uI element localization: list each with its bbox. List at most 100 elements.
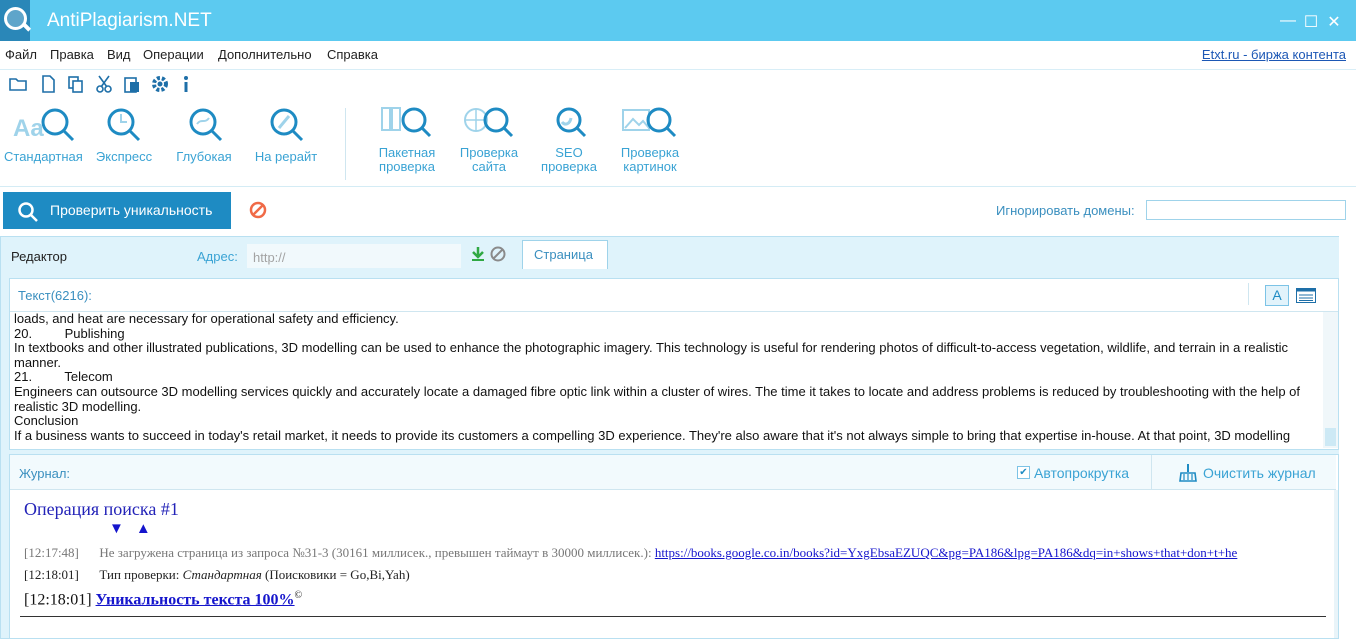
new-file-icon[interactable] bbox=[38, 74, 58, 94]
settings-icon[interactable] bbox=[150, 74, 170, 94]
uniqueness-result-link[interactable]: Уникальность текста 100% bbox=[96, 591, 295, 608]
journal-separator bbox=[1151, 455, 1152, 489]
express-check-icon bbox=[107, 108, 141, 142]
check-express-button[interactable]: Экспресс bbox=[93, 104, 155, 164]
log-text-suffix: (Поисковики = Go,Bi,Yah) bbox=[265, 567, 410, 582]
site-check-button[interactable]: Проверка сайта bbox=[456, 104, 522, 174]
app-logo-icon bbox=[0, 0, 32, 41]
ribbon-label-seo-2: проверка bbox=[541, 159, 597, 174]
ribbon-label-batch-2: проверка bbox=[379, 159, 435, 174]
window-title: AntiPlagiarism.NET bbox=[47, 10, 212, 31]
ribbon-label-batch-1: Пакетная bbox=[378, 145, 436, 160]
ribbon-label-images-1: Проверка bbox=[620, 145, 680, 160]
tab-editor[interactable]: Редактор bbox=[11, 249, 67, 264]
quick-toolbar bbox=[0, 70, 1356, 96]
journal-scrollbar[interactable] bbox=[1334, 490, 1338, 638]
batch-check-button[interactable]: Пакетная проверка bbox=[374, 104, 440, 174]
text-line: 20. Publishing bbox=[14, 325, 125, 341]
text-scrollbar-thumb[interactable] bbox=[1325, 428, 1336, 446]
log-link[interactable]: https://books.google.co.in/books?id=YxgE… bbox=[655, 545, 1238, 560]
log-text: Тип проверки: bbox=[99, 567, 180, 582]
menu-edit[interactable]: Правка bbox=[50, 47, 94, 62]
check-uniqueness-button[interactable]: Проверить уникальность bbox=[3, 192, 231, 229]
log-text: Не загружена страница из запроса №31-3 (… bbox=[99, 545, 652, 560]
collapse-arrows: ▼▲ bbox=[109, 521, 163, 538]
operation-title: Операция поиска #1 bbox=[24, 499, 179, 519]
stop-icon[interactable] bbox=[249, 201, 267, 219]
text-view-icon[interactable] bbox=[1296, 288, 1316, 303]
ribbon-label-site-1: Проверка bbox=[459, 145, 519, 160]
menu-additional[interactable]: Дополнительно bbox=[218, 47, 312, 62]
close-button[interactable]: ✕ bbox=[1326, 12, 1342, 32]
tab-page[interactable]: Страница bbox=[522, 240, 608, 269]
check-deep-button[interactable]: Глубокая bbox=[173, 104, 235, 164]
check-uniqueness-label: Проверить уникальность bbox=[50, 202, 213, 218]
broom-icon[interactable] bbox=[1178, 463, 1198, 483]
journal-divider bbox=[20, 616, 1326, 617]
menu-operations[interactable]: Операции bbox=[143, 47, 204, 62]
ribbon-label-deep: Глубокая bbox=[176, 149, 232, 164]
paste-icon[interactable] bbox=[122, 74, 142, 94]
result-mark: © bbox=[294, 590, 303, 601]
journal-content: Операция поиска #1 ▼▲ [12:17:48] Не загр… bbox=[10, 490, 1332, 638]
text-line: 21. Telecom bbox=[14, 369, 113, 385]
journal-label: Журнал: bbox=[19, 466, 71, 481]
text-format-icon[interactable]: A bbox=[1265, 285, 1289, 306]
ribbon-label-express: Экспресс bbox=[95, 149, 153, 164]
seo-check-icon bbox=[556, 107, 587, 138]
title-bar: AntiPlagiarism.NET — ☐ ✕ bbox=[0, 0, 1356, 41]
log-time: [12:17:48] bbox=[24, 545, 79, 560]
etxt-link[interactable]: Etxt.ru - биржа контента bbox=[1202, 47, 1346, 62]
text-line: In textbooks and other illustrated publi… bbox=[14, 340, 1292, 370]
menu-bar: Файл Правка Вид Операции Дополнительно С… bbox=[0, 41, 1356, 70]
log-entry: [12:17:48] Не загружена страница из запр… bbox=[24, 545, 1237, 561]
address-label: Адрес: bbox=[197, 249, 238, 264]
text-editor-header: Текст(6216): A bbox=[10, 279, 1338, 312]
ignore-domains-input[interactable] bbox=[1146, 200, 1346, 220]
seo-check-button[interactable]: SEO проверка bbox=[536, 104, 602, 174]
log-check-type: Стандартная bbox=[182, 567, 262, 582]
uniqueness-result: [12:18:01] Уникальность текста 100%© bbox=[24, 590, 302, 609]
menu-help[interactable]: Справка bbox=[327, 47, 378, 62]
ribbon-label-rewrite: На рерайт bbox=[254, 149, 318, 164]
text-scrollbar[interactable] bbox=[1323, 312, 1338, 448]
text-line: Conclusion bbox=[14, 413, 79, 429]
text-line: If a business wants to succeed in today'… bbox=[14, 427, 1291, 443]
ribbon-label-seo-1: SEO bbox=[555, 145, 583, 160]
open-folder-icon[interactable] bbox=[8, 74, 28, 94]
minimize-button[interactable]: — bbox=[1280, 12, 1296, 30]
log-time: [12:18:01] bbox=[24, 567, 79, 582]
image-check-button[interactable]: Проверка картинок bbox=[617, 104, 683, 174]
ribbon-label-site-2: сайта bbox=[471, 159, 507, 174]
clear-journal-button[interactable]: Очистить журнал bbox=[1203, 465, 1316, 481]
standard-check-icon: Aa bbox=[13, 108, 75, 142]
image-check-icon bbox=[622, 107, 677, 138]
site-check-icon bbox=[464, 107, 514, 138]
journal-header: Журнал: ✔ Автопрокрутка Очистить журнал bbox=[10, 455, 1336, 490]
header-separator bbox=[1248, 283, 1249, 305]
ribbon-separator bbox=[345, 108, 346, 180]
arrow-up-icon[interactable]: ▲ bbox=[136, 521, 163, 537]
text-line: loads, and heat are necessary for operat… bbox=[14, 312, 399, 326]
batch-check-icon bbox=[381, 107, 432, 138]
text-editor-content[interactable]: loads, and heat are necessary for operat… bbox=[14, 312, 1314, 448]
autoscroll-label[interactable]: Автопрокрутка bbox=[1034, 465, 1129, 481]
ribbon-label-standard: Стандартная bbox=[4, 149, 83, 164]
address-input[interactable]: http:// bbox=[247, 244, 461, 268]
check-rewrite-button[interactable]: На рерайт bbox=[251, 104, 321, 164]
maximize-button[interactable]: ☐ bbox=[1303, 12, 1319, 32]
log-entry: [12:18:01] Тип проверки: Стандартная (По… bbox=[24, 567, 410, 583]
autoscroll-checkbox[interactable]: ✔ bbox=[1017, 466, 1030, 479]
check-standard-button[interactable]: Aa Стандартная bbox=[4, 104, 83, 164]
arrow-down-icon[interactable]: ▼ bbox=[109, 521, 136, 537]
menu-file[interactable]: Файл bbox=[5, 47, 37, 62]
cut-icon[interactable] bbox=[94, 74, 114, 94]
copy-icon[interactable] bbox=[66, 74, 86, 94]
result-time: [12:18:01] bbox=[24, 591, 92, 609]
ribbon-label-images-2: картинок bbox=[623, 159, 677, 174]
download-icon[interactable] bbox=[470, 246, 486, 262]
info-icon[interactable] bbox=[176, 74, 196, 94]
clear-address-icon[interactable] bbox=[490, 246, 506, 262]
menu-view[interactable]: Вид bbox=[107, 47, 131, 62]
text-count-label: Текст(6216): bbox=[18, 288, 92, 303]
